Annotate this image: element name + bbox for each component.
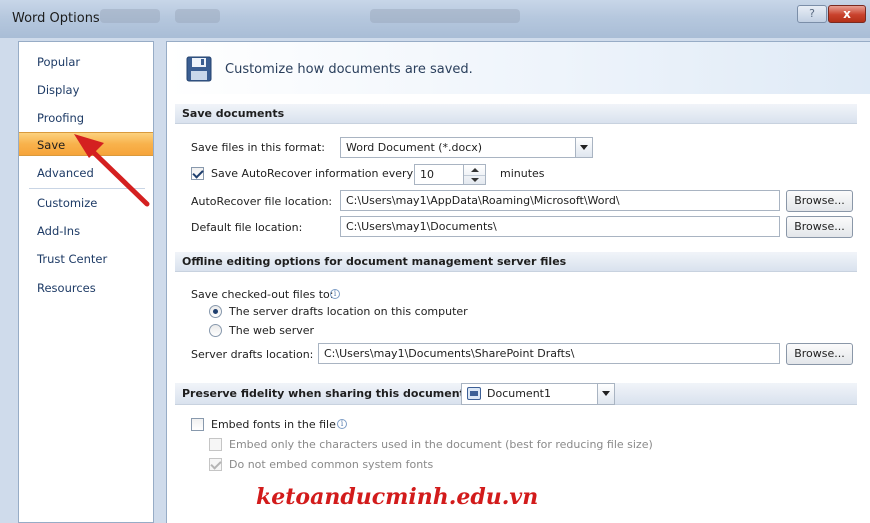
default-location-label: Default file location: [191, 221, 303, 234]
chevron-down-icon[interactable] [597, 384, 614, 404]
sidebar-separator [29, 188, 145, 189]
title-bar[interactable]: Word Options ? x [0, 0, 870, 38]
info-icon: i [330, 289, 340, 299]
minutes-label: minutes [500, 167, 545, 180]
sidebar-item-resources[interactable]: Resources [19, 276, 153, 300]
close-button[interactable]: x [828, 5, 866, 23]
sidebar-item-proofing[interactable]: Proofing [19, 106, 153, 130]
web-server-option-label: The web server [229, 324, 315, 337]
no-common-fonts-label: Do not embed common system fonts [229, 458, 434, 471]
minutes-stepper[interactable] [464, 164, 486, 185]
checked-out-label: Save checked-out files to: [191, 288, 334, 301]
chevron-down-icon[interactable] [575, 138, 592, 157]
embed-characters-checkbox[interactable] [209, 438, 222, 451]
word-document-icon [467, 387, 481, 400]
sidebar-item-advanced[interactable]: Advanced [19, 161, 153, 185]
sidebar-item-customize[interactable]: Customize [19, 191, 153, 215]
window-title: Word Options [12, 11, 100, 26]
section-save-documents: Save documents [175, 104, 857, 124]
save-options-panel: Customize how documents are saved. Save … [166, 41, 870, 523]
save-format-dropdown[interactable]: Word Document (*.docx) [340, 137, 593, 158]
watermark: ketoanducminh.edu.vn [256, 484, 539, 510]
server-drafts-location-label: Server drafts location: [191, 348, 314, 361]
word-options-dialog: Word Options ? x Popular Display Proofin… [0, 0, 870, 523]
save-format-label: Save files in this format: [191, 141, 325, 154]
default-location-browse-button[interactable]: Browse... [786, 216, 853, 238]
autorecover-location-input[interactable]: C:\Users\may1\AppData\Roaming\Microsoft\… [340, 190, 780, 211]
sidebar-item-save[interactable]: Save [19, 132, 153, 156]
no-common-fonts-checkbox[interactable] [209, 458, 222, 471]
fidelity-document-value: Document1 [487, 387, 551, 400]
blurred-document-title [370, 9, 520, 23]
server-drafts-browse-button[interactable]: Browse... [786, 343, 853, 365]
server-drafts-option-label: The server drafts location on this compu… [229, 305, 468, 318]
blurred-toolbar [100, 9, 160, 23]
section-offline-editing: Offline editing options for document man… [175, 252, 857, 272]
info-icon: i [337, 419, 347, 429]
radio-server-drafts[interactable] [209, 305, 222, 318]
sidebar-item-trust-center[interactable]: Trust Center [19, 247, 153, 271]
autorecover-minutes-input[interactable]: 10 [414, 164, 464, 185]
server-drafts-location-input[interactable]: C:\Users\may1\Documents\SharePoint Draft… [318, 343, 780, 364]
embed-fonts-label: Embed fonts in the file [211, 418, 336, 431]
fidelity-document-dropdown[interactable]: Document1 [461, 383, 615, 405]
help-button[interactable]: ? [797, 5, 827, 23]
default-location-input[interactable]: C:\Users\may1\Documents\ [340, 216, 780, 237]
panel-title: Customize how documents are saved. [225, 62, 473, 77]
panel-header: Customize how documents are saved. [167, 42, 870, 94]
autorecover-checkbox[interactable] [191, 167, 204, 180]
autorecover-location-label: AutoRecover file location: [191, 195, 333, 208]
autorecover-browse-button[interactable]: Browse... [786, 190, 853, 212]
save-format-value: Word Document (*.docx) [346, 141, 483, 154]
floppy-disk-icon [186, 56, 212, 82]
embed-characters-label: Embed only the characters used in the do… [229, 438, 653, 451]
sidebar-item-display[interactable]: Display [19, 78, 153, 102]
blurred-toolbar [175, 9, 220, 23]
sidebar-item-popular[interactable]: Popular [19, 50, 153, 74]
stepper-up-icon[interactable] [464, 165, 485, 175]
options-sidebar: Popular Display Proofing Save Advanced C… [18, 41, 154, 523]
sidebar-item-add-ins[interactable]: Add-Ins [19, 219, 153, 243]
radio-web-server[interactable] [209, 324, 222, 337]
embed-fonts-checkbox[interactable] [191, 418, 204, 431]
autorecover-label: Save AutoRecover information every [211, 167, 414, 180]
stepper-down-icon[interactable] [464, 175, 485, 185]
